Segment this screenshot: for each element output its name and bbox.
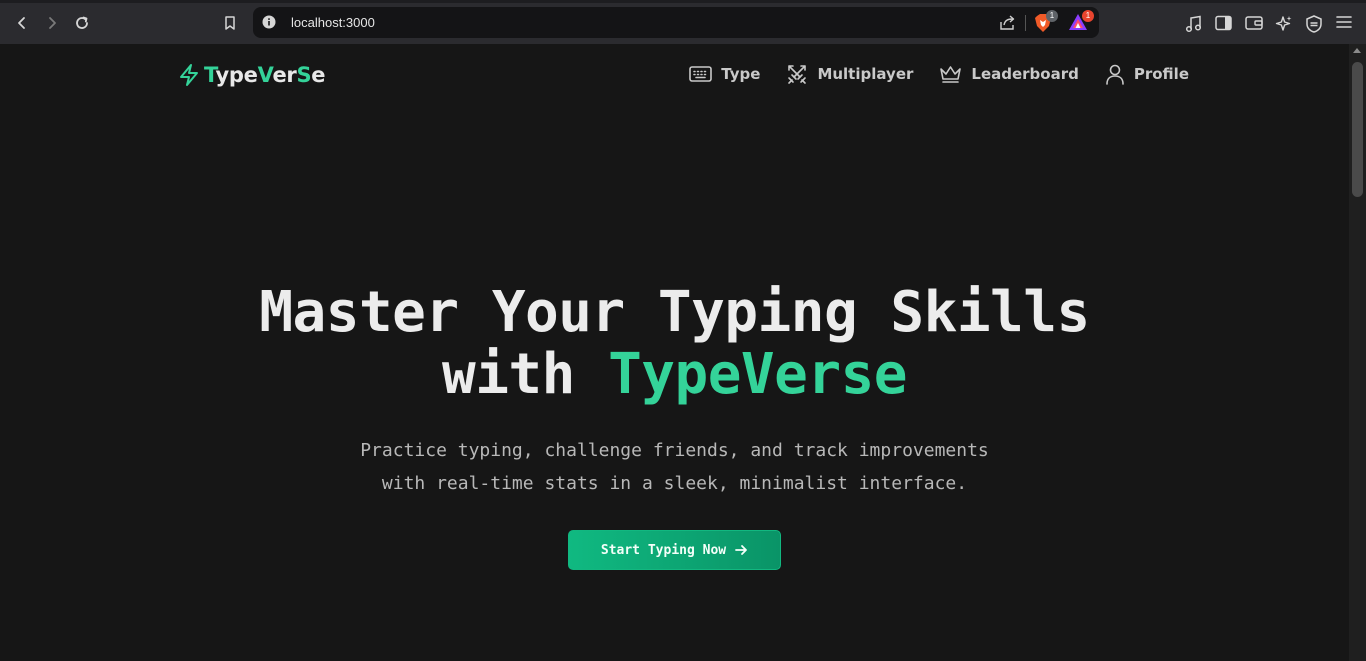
bookmark-button[interactable] [219, 12, 241, 34]
hero-title-accent: TypeVerse [608, 342, 907, 407]
cta-label: Start Typing Now [600, 542, 727, 558]
site-logo[interactable]: TypeVerSe [178, 62, 326, 88]
hero-subtitle-line1: Practice typing, challenge friends, and … [360, 440, 989, 461]
address-bar[interactable]: localhost:3000 1 1 [253, 7, 1099, 38]
scroll-up-arrow[interactable] [1353, 48, 1361, 53]
hero-title: Master Your Typing Skills with TypeVerse [0, 282, 1349, 406]
nav-label: Multiplayer [817, 65, 914, 83]
hero-subtitle: Practice typing, challenge friends, and … [0, 434, 1349, 500]
rewards-badge: 1 [1082, 10, 1094, 22]
reload-icon [76, 16, 88, 29]
browser-toolbar: localhost:3000 1 1 [0, 0, 1366, 44]
hero-title-prefix: with [441, 342, 609, 407]
divider [1025, 15, 1026, 31]
page-scrollbar[interactable] [1349, 44, 1366, 661]
logo-text: TypeVerSe [204, 63, 326, 87]
music-icon[interactable] [1185, 15, 1203, 33]
nav-label: Type [721, 65, 761, 83]
vpn-shield-icon[interactable] [1306, 15, 1322, 33]
user-icon [1106, 64, 1124, 85]
scrollbar-thumb[interactable] [1352, 62, 1363, 197]
brave-shields-icon[interactable]: 1 [1034, 10, 1058, 33]
bookmark-icon [225, 16, 235, 30]
back-button[interactable] [11, 12, 33, 34]
wallet-icon[interactable] [1245, 15, 1263, 31]
chevron-left-icon [18, 17, 25, 29]
start-typing-button[interactable]: Start Typing Now [568, 530, 781, 570]
nav-label: Leaderboard [971, 65, 1079, 83]
url-text[interactable]: localhost:3000 [291, 15, 375, 30]
leo-ai-icon[interactable] [1275, 15, 1293, 33]
main-nav: Type Multiplayer Leaderboard Profile [663, 62, 1189, 86]
chevron-right-icon [49, 17, 56, 29]
hero-title-line1: Master Your Typing Skills [259, 280, 1090, 345]
crown-icon [940, 66, 962, 83]
nav-item-leaderboard[interactable]: Leaderboard [939, 64, 1079, 84]
forward-button[interactable] [41, 12, 63, 34]
arrow-right-icon [735, 545, 748, 555]
site-info-icon[interactable] [262, 15, 276, 29]
nav-label: Profile [1133, 65, 1189, 83]
page-content: TypeVerSe Type Multiplayer Leaderboard P… [0, 44, 1349, 661]
nav-item-profile[interactable]: Profile [1105, 63, 1189, 85]
sidebar-icon[interactable] [1215, 15, 1232, 31]
keyboard-icon [689, 66, 713, 82]
menu-icon[interactable] [1336, 15, 1352, 29]
swords-icon [788, 65, 807, 84]
nav-item-multiplayer[interactable]: Multiplayer [786, 63, 913, 85]
brave-rewards-icon[interactable]: 1 [1068, 10, 1094, 31]
nav-item-type[interactable]: Type [689, 65, 760, 83]
hero-subtitle-line2: with real-time stats in a sleek, minimal… [381, 473, 968, 494]
lightning-icon [180, 64, 198, 86]
share-icon[interactable] [999, 14, 1016, 31]
reload-button[interactable] [71, 12, 93, 34]
shields-badge: 1 [1046, 10, 1058, 22]
